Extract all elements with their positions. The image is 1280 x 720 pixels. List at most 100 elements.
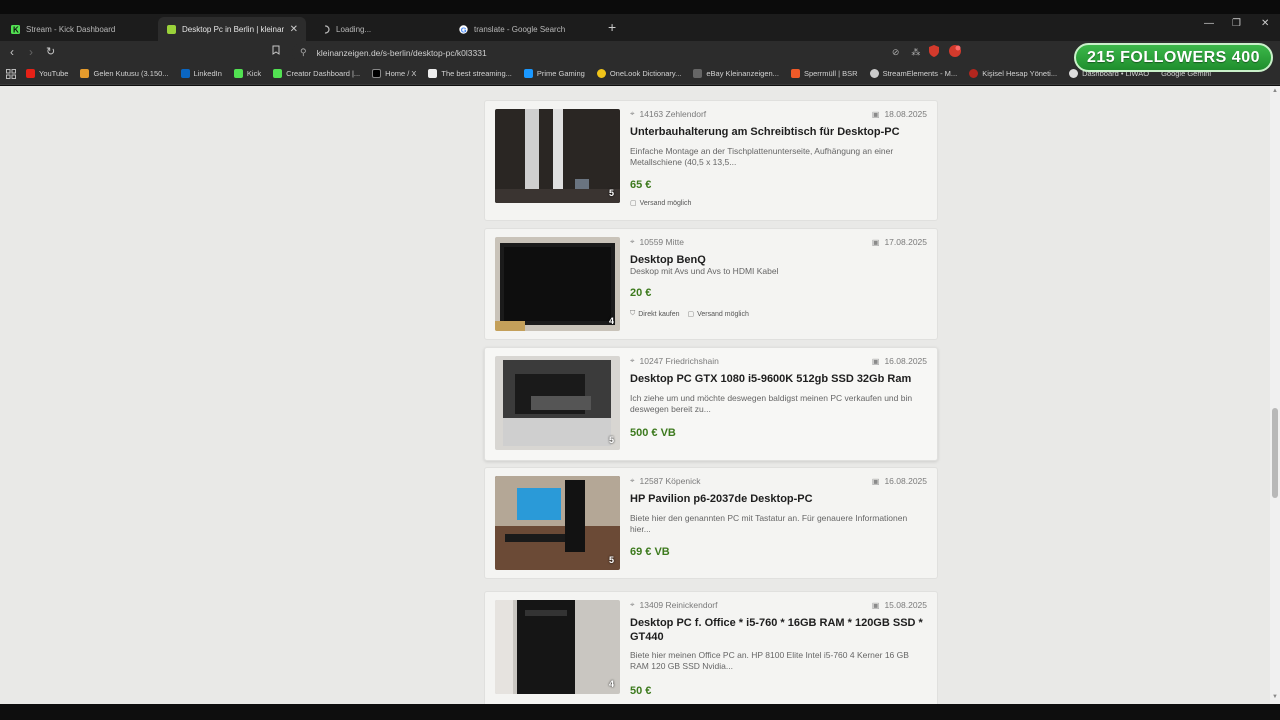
listing-location: ⌖ 10559 Mitte xyxy=(630,237,684,247)
tab-title: translate - Google Search xyxy=(474,24,566,34)
bookmark-ebay-kleinanzeigen[interactable]: eBay Kleinanzeigen... xyxy=(693,69,779,78)
reload-icon[interactable]: ↻ xyxy=(46,45,55,58)
mail-icon xyxy=(80,69,90,78)
tab-title: Desktop Pc in Berlin | kleinanzeig xyxy=(182,24,284,34)
listing-location: ⌖ 13409 Reinickendorf xyxy=(630,600,718,610)
listing-card[interactable]: 5 ⌖ 14163 Zehlendorf ▣ 18.08.2025 Unterbau… xyxy=(484,100,938,221)
listing-image[interactable]: 4 xyxy=(495,600,620,694)
tab-google-search[interactable]: G translate - Google Search xyxy=(450,17,600,41)
tab-bar: K Stream - Kick Dashboard Desktop Pc in … xyxy=(0,14,1280,41)
listing-image[interactable]: 5 xyxy=(495,109,620,203)
listing-image[interactable]: 5 xyxy=(495,476,620,570)
location-pin-icon: ⌖ xyxy=(630,600,635,609)
tab-loading[interactable]: Loading... xyxy=(312,17,452,41)
listing-date: ▣ 16.08.2025 xyxy=(871,476,927,486)
apps-grid-icon[interactable] xyxy=(6,68,16,79)
translate-icon[interactable]: ⁂ xyxy=(911,47,920,58)
forward-icon[interactable]: › xyxy=(29,45,33,59)
streamelements-icon xyxy=(869,69,879,78)
scroll-up-icon[interactable]: ▲ xyxy=(1272,88,1278,94)
package-icon: ▢ xyxy=(630,200,637,207)
tab-kleinanzeigen[interactable]: Desktop Pc in Berlin | kleinanzeig ✕ xyxy=(158,17,306,41)
kleinanzeigen-icon xyxy=(166,24,176,34)
listing-location: ⌖ 10247 Friedrichshain xyxy=(630,356,719,366)
google-icon: G xyxy=(458,24,468,34)
image-count: 5 xyxy=(608,555,614,565)
bookmark-streamelements[interactable]: StreamElements - M... xyxy=(869,69,957,78)
listing-price: 500 € VB xyxy=(630,427,676,439)
listing-image[interactable]: 4 xyxy=(495,237,620,331)
dashboard-icon xyxy=(1069,69,1079,78)
crown-icon xyxy=(523,69,533,78)
maximize-icon[interactable]: ❐ xyxy=(1232,18,1241,29)
bookmark-streaming[interactable]: The best streaming... xyxy=(428,69,512,78)
package-icon: ▢ xyxy=(687,311,695,318)
no-tracking-icon[interactable]: ⊘ xyxy=(892,47,900,58)
listing-title[interactable]: Desktop BenQ xyxy=(630,253,930,267)
x-icon xyxy=(372,69,382,78)
listing-date: ▣ 17.08.2025 xyxy=(871,237,927,247)
listing-title[interactable]: Unterbauhalterung am Schreibtisch für De… xyxy=(630,125,930,139)
shipping-tag: ▢ Versand möglich xyxy=(687,310,749,319)
image-count: 5 xyxy=(608,435,614,445)
bookmark-youtube[interactable]: YouTube xyxy=(26,69,68,78)
listing-page: 5 ⌖ 14163 Zehlendorf ▣ 18.08.2025 Unterbau… xyxy=(0,86,1270,704)
listing-title[interactable]: HP Pavilion p6-2037de Desktop-PC xyxy=(630,492,930,506)
bookmark-kick[interactable]: Kick xyxy=(233,69,261,78)
bsr-icon xyxy=(790,69,800,78)
listing-description: Biete hier meinen Office PC an. HP 8100 … xyxy=(630,650,909,671)
close-icon[interactable]: ✕ xyxy=(284,24,298,35)
scroll-down-icon[interactable]: ▼ xyxy=(1272,694,1278,700)
extension-shield-icon[interactable] xyxy=(928,44,940,63)
minimize-icon[interactable]: — xyxy=(1204,18,1214,29)
bookmark-prime-gaming[interactable]: Prime Gaming xyxy=(523,69,585,78)
listing-description: Einfache Montage an der Tischplattenunte… xyxy=(630,146,894,167)
bookmark-bsr[interactable]: Sperrmüll | BSR xyxy=(790,69,858,78)
account-icon xyxy=(969,69,979,78)
window-close-icon[interactable]: ✕ xyxy=(1261,18,1269,29)
tab-title: Loading... xyxy=(336,24,372,34)
listing-title[interactable]: Desktop PC f. Office * i5-760 * 16GB RAM… xyxy=(630,616,930,644)
extension-notification-icon[interactable] xyxy=(948,44,962,63)
calendar-icon: ▣ xyxy=(871,476,880,486)
listing-title[interactable]: Desktop PC GTX 1080 i5-9600K 512gb SSD 3… xyxy=(630,372,930,386)
listing-price: 65 € xyxy=(630,179,652,191)
svg-text:G: G xyxy=(460,25,466,34)
kick-icon: K xyxy=(10,24,20,34)
page-scrollbar[interactable]: ▲ ▼ xyxy=(1270,86,1280,704)
listing-date: ▣ 16.08.2025 xyxy=(871,356,927,366)
listing-card[interactable]: 4 ⌖ 10559 Mitte ▣ 17.08.2025 Desktop BenQ … xyxy=(484,228,938,340)
loading-icon xyxy=(320,24,330,34)
svg-text:K: K xyxy=(13,25,19,34)
site-info-icon[interactable]: ⚲ xyxy=(300,47,307,58)
listing-description: Deskop mit Avs und Avs to HDMI Kabel xyxy=(630,266,779,276)
location-pin-icon: ⌖ xyxy=(630,109,635,118)
new-tab-icon[interactable]: + xyxy=(608,19,616,35)
bookmark-icon[interactable] xyxy=(272,45,280,58)
bookmark-creator-dashboard[interactable]: Creator Dashboard |... xyxy=(273,69,360,78)
scrollbar-thumb[interactable] xyxy=(1272,408,1278,498)
window-top-strip xyxy=(0,0,1280,14)
listing-location: ⌖ 12587 Köpenick xyxy=(630,476,701,486)
direct-buy-tag: ⛉ Direkt kaufen xyxy=(630,310,680,318)
youtube-icon xyxy=(26,69,35,78)
bookmark-linkedin[interactable]: LinkedIn xyxy=(180,69,222,78)
bookmark-account[interactable]: Kişisel Hesap Yöneti... xyxy=(969,69,1057,78)
listing-image[interactable]: 5 xyxy=(495,356,620,450)
page-icon xyxy=(693,69,703,78)
listing-card[interactable]: 4 ⌖ 13409 Reinickendorf ▣ 15.08.2025 Deskt… xyxy=(484,591,938,704)
tab-title: Stream - Kick Dashboard xyxy=(26,24,116,34)
bookmark-x[interactable]: Home / X xyxy=(372,69,416,78)
back-icon[interactable]: ‹ xyxy=(10,45,14,59)
image-count: 4 xyxy=(608,679,614,689)
bookmark-onelook[interactable]: OneLook Dictionary... xyxy=(596,69,681,78)
shipping-tag: ▢ Versand möglich xyxy=(630,199,692,208)
bookmark-mail[interactable]: Gelen Kutusu (3.150... xyxy=(80,69,169,78)
tab-kick-dashboard[interactable]: K Stream - Kick Dashboard xyxy=(2,17,154,41)
sun-icon xyxy=(596,69,606,78)
listing-date: ▣ 15.08.2025 xyxy=(871,600,927,610)
listing-card[interactable]: 5 ⌖ 10247 Friedrichshain ▣ 16.08.2025 Desk… xyxy=(484,347,938,461)
address-bar[interactable]: ⚲ kleinanzeigen.de/s-berlin/desktop-pc/k… xyxy=(292,43,970,62)
listing-card[interactable]: 5 ⌖ 12587 Köpenick ▣ 16.08.2025 HP Pavilio… xyxy=(484,467,938,579)
location-pin-icon: ⌖ xyxy=(630,237,635,246)
